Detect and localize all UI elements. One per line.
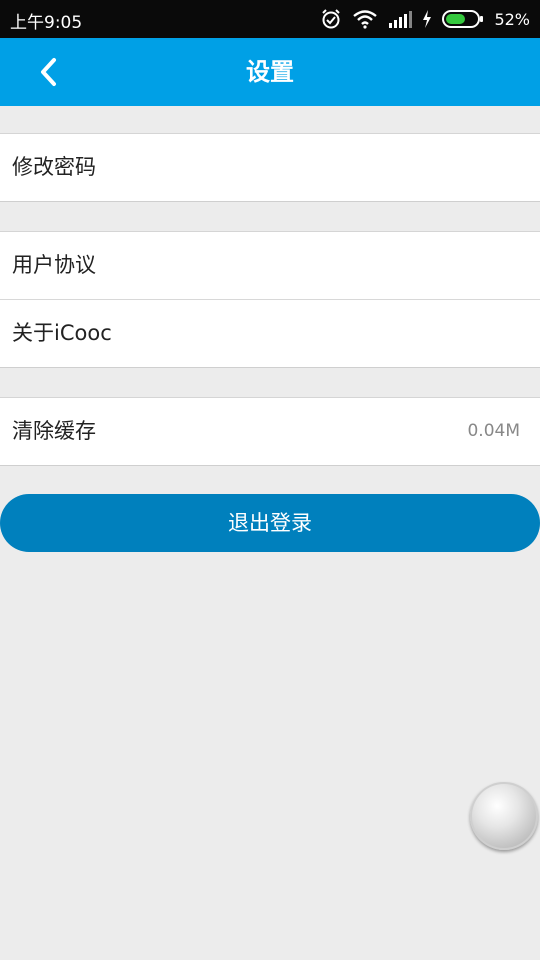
clear-cache-label: 清除缓存 <box>12 419 96 443</box>
title-bar: 设置 <box>0 38 540 106</box>
settings-group-info: 用户协议 关于iCooc <box>0 231 540 368</box>
about-label: 关于iCooc <box>12 321 112 345</box>
wifi-icon <box>353 10 378 29</box>
about-item[interactable]: 关于iCooc <box>0 299 540 367</box>
status-time: 上午9:05 <box>10 13 83 33</box>
change-password-item[interactable]: 修改密码 <box>0 134 540 201</box>
charging-icon <box>423 10 432 28</box>
battery-icon <box>442 10 484 28</box>
cache-size: 0.04M <box>467 421 520 441</box>
alarm-icon <box>322 9 341 29</box>
settings-group-cache: 清除缓存 0.04M <box>0 397 540 466</box>
status-icons: 52% <box>320 8 530 30</box>
change-password-label: 修改密码 <box>12 155 96 179</box>
floating-assist-button[interactable] <box>470 782 538 850</box>
signal-icon <box>389 11 413 28</box>
clear-cache-item[interactable]: 清除缓存 0.04M <box>0 398 540 465</box>
user-agreement-label: 用户协议 <box>12 253 96 277</box>
status-bar: 上午9:05 52% <box>0 0 540 38</box>
settings-group-account: 修改密码 <box>0 133 540 202</box>
logout-button[interactable]: 退出登录 <box>0 494 540 552</box>
battery-percent: 52% <box>494 9 530 29</box>
page-title: 设置 <box>246 58 294 86</box>
user-agreement-item[interactable]: 用户协议 <box>0 232 540 299</box>
